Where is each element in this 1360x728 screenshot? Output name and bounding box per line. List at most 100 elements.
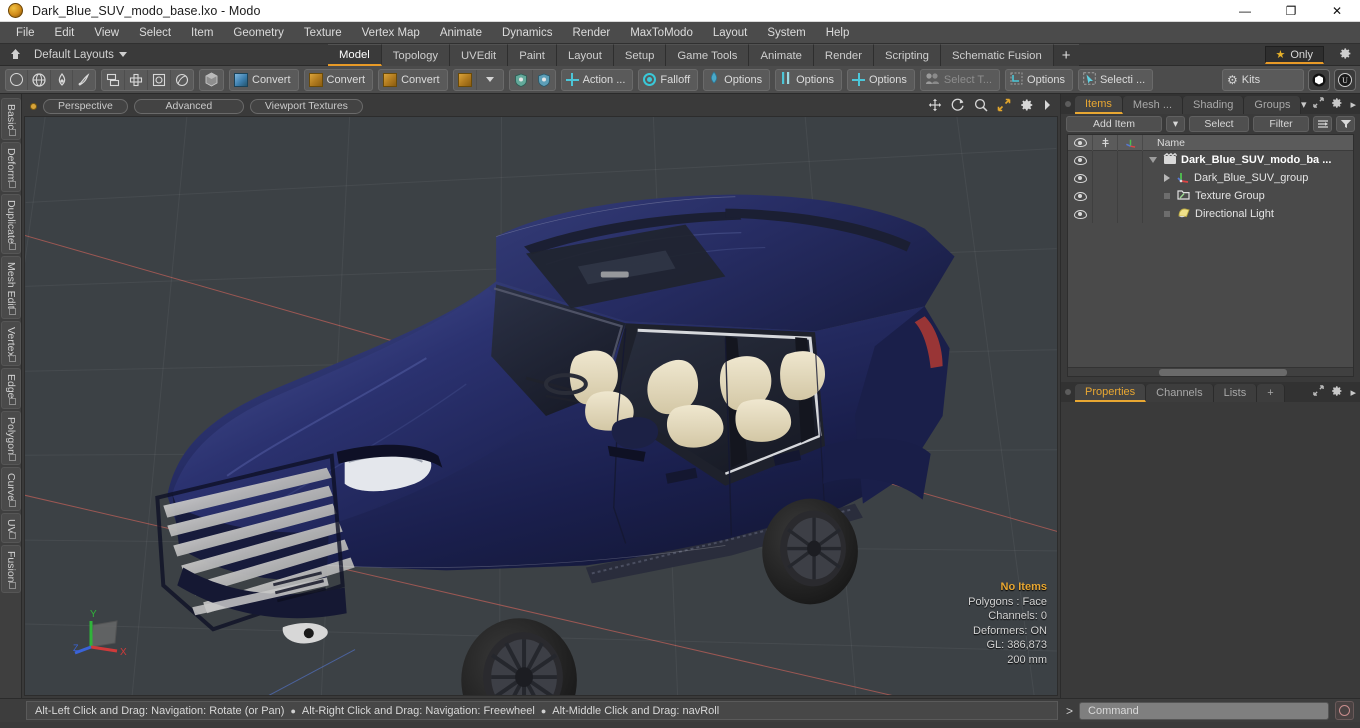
tool-tab-mesh-edit[interactable]: Mesh Edit [1,255,21,319]
expand-icon[interactable] [1313,385,1325,399]
menu-item-select[interactable]: Select [129,23,181,43]
shield-icon-2[interactable] [533,70,555,90]
tool-tab-polygon[interactable]: Polygon [1,410,21,465]
item-list-row[interactable]: Dark_Blue_SUV_group [1068,169,1353,187]
cube-gold-icon[interactable] [454,69,477,90]
axis-gizmo[interactable]: Y X Z [73,603,143,665]
eye-icon[interactable] [1068,187,1093,205]
sphere-primitive-icon[interactable] [28,69,51,90]
selection-sets-button[interactable]: Selecti ... [1077,68,1154,91]
list-toggle-icon[interactable] [1313,116,1332,132]
select-through-button[interactable]: Select T... [919,68,1001,91]
viewport-textures-selector[interactable]: Viewport Textures [249,98,363,114]
menu-item-maxtomodo[interactable]: MaxToModo [620,23,703,43]
item-list-row[interactable]: Dark_Blue_SUV_modo_ba ... [1068,151,1353,169]
menu-item-help[interactable]: Help [816,23,860,43]
layout-tab-paint[interactable]: Paint [508,44,557,66]
cube-dropdown-caret[interactable] [477,70,503,90]
select-button[interactable]: Select [1189,116,1249,132]
minimize-button[interactable]: — [1222,0,1268,22]
gear-icon[interactable] [1331,385,1343,400]
menu-item-vertex-map[interactable]: Vertex Map [352,23,430,43]
gear-icon[interactable] [1339,47,1352,63]
options-button-1[interactable]: Options [703,68,771,91]
menu-item-render[interactable]: Render [562,23,620,43]
kits-button[interactable]: ⚙ Kits [1222,69,1304,91]
axis-cell[interactable] [1118,205,1143,223]
expand-arrow-icon[interactable] [1043,99,1052,114]
viewport-view-selector[interactable]: Perspective [43,98,128,114]
expander-right-icon[interactable] [1164,174,1170,182]
tool-tab-deform[interactable]: Deform [1,141,21,193]
viewport-shading-selector[interactable]: Advanced [133,98,244,114]
home-icon[interactable] [4,45,26,65]
close-button[interactable]: ✕ [1314,0,1360,22]
unity-cube-icon[interactable] [1308,69,1330,91]
menu-item-texture[interactable]: Texture [294,23,352,43]
menu-item-dynamics[interactable]: Dynamics [492,23,562,43]
funnel-icon[interactable] [1336,116,1355,132]
item-list-row[interactable]: Texture Group [1068,187,1353,205]
pen-primitive-icon[interactable] [73,70,95,90]
lock-cell[interactable] [1093,187,1118,205]
properties-tab--[interactable]: + [1257,384,1285,402]
menu-item-edit[interactable]: Edit [45,23,85,43]
teardrop-primitive-icon[interactable] [51,69,73,90]
gear-icon[interactable] [1331,97,1343,112]
tool-tab-uv[interactable]: UV [1,512,21,544]
viewport-3d[interactable]: No Items Polygons : Face Channels: 0 Def… [24,116,1058,696]
layout-tab-topology[interactable]: Topology [381,44,451,66]
eye-icon[interactable] [1068,151,1093,169]
pan-icon[interactable] [928,98,942,115]
item-list-hscrollbar[interactable] [1068,367,1353,376]
add-item-button[interactable]: Add Item [1066,116,1162,132]
convert-button-3[interactable]: Convert [378,68,448,91]
options-button-2[interactable]: Options [775,68,842,91]
ellipse-icon[interactable] [171,70,193,90]
action-center-button[interactable]: Action ... [560,68,634,91]
layout-tab-game-tools[interactable]: Game Tools [666,44,750,66]
cross-icon[interactable] [125,69,148,90]
layout-tab-schematic-fusion[interactable]: Schematic Fusion [940,44,1054,66]
mesh-cube-icon[interactable] [200,70,223,90]
rotate-icon[interactable] [951,98,965,115]
expander-down-icon[interactable] [1149,157,1157,163]
properties-tab-properties[interactable]: Properties [1075,384,1147,402]
chevron-right-icon[interactable]: ▸ [1350,98,1356,111]
tool-tab-vertex[interactable]: Vertex [1,320,21,367]
layout-tab-layout[interactable]: Layout [556,44,614,66]
axis-cell[interactable] [1118,187,1143,205]
chevron-down-icon[interactable]: ▾ [1301,98,1307,111]
layout-tab-animate[interactable]: Animate [749,44,814,66]
expand-icon[interactable] [1313,97,1325,111]
square-in-square-icon[interactable] [148,69,171,90]
eye-icon[interactable] [1068,205,1093,223]
tool-tab-curve[interactable]: Curve [1,466,21,511]
axis-cell[interactable] [1118,151,1143,169]
only-button[interactable]: ★ Only [1264,46,1324,64]
fit-icon[interactable] [997,98,1011,115]
convert-button-1[interactable]: Convert [229,68,299,91]
item-list[interactable]: Name Dark_Blue_SUV_modo_ba ... Dark_Blue_… [1067,134,1354,377]
chevron-right-icon[interactable]: ▸ [1350,386,1356,399]
properties-tab-channels[interactable]: Channels [1146,384,1214,402]
circle-primitive-icon[interactable] [6,69,28,90]
tool-tab-basic[interactable]: Basic [1,98,21,140]
add-item-dropdown[interactable]: ▾ [1166,116,1185,132]
menu-item-system[interactable]: System [757,23,815,43]
layout-tab-uvedit[interactable]: UVEdit [450,44,509,66]
menu-item-file[interactable]: File [6,23,45,43]
axis-cell[interactable] [1118,169,1143,187]
zoom-icon[interactable] [974,98,988,115]
panel-tab-items[interactable]: Items [1075,96,1123,114]
options-button-3[interactable]: Options [847,68,915,91]
item-list-row[interactable]: Directional Light [1068,205,1353,223]
options-button-4[interactable]: Options [1005,68,1073,91]
panel-tab-mesh-[interactable]: Mesh ... [1122,96,1184,114]
maximize-button[interactable]: ❐ [1268,0,1314,22]
menu-item-layout[interactable]: Layout [703,23,758,43]
stack-icon[interactable] [102,69,125,90]
default-layouts-selector[interactable]: Default Layouts [34,49,127,61]
layout-tab-render[interactable]: Render [813,44,874,66]
shield-icon-1[interactable] [510,69,533,90]
